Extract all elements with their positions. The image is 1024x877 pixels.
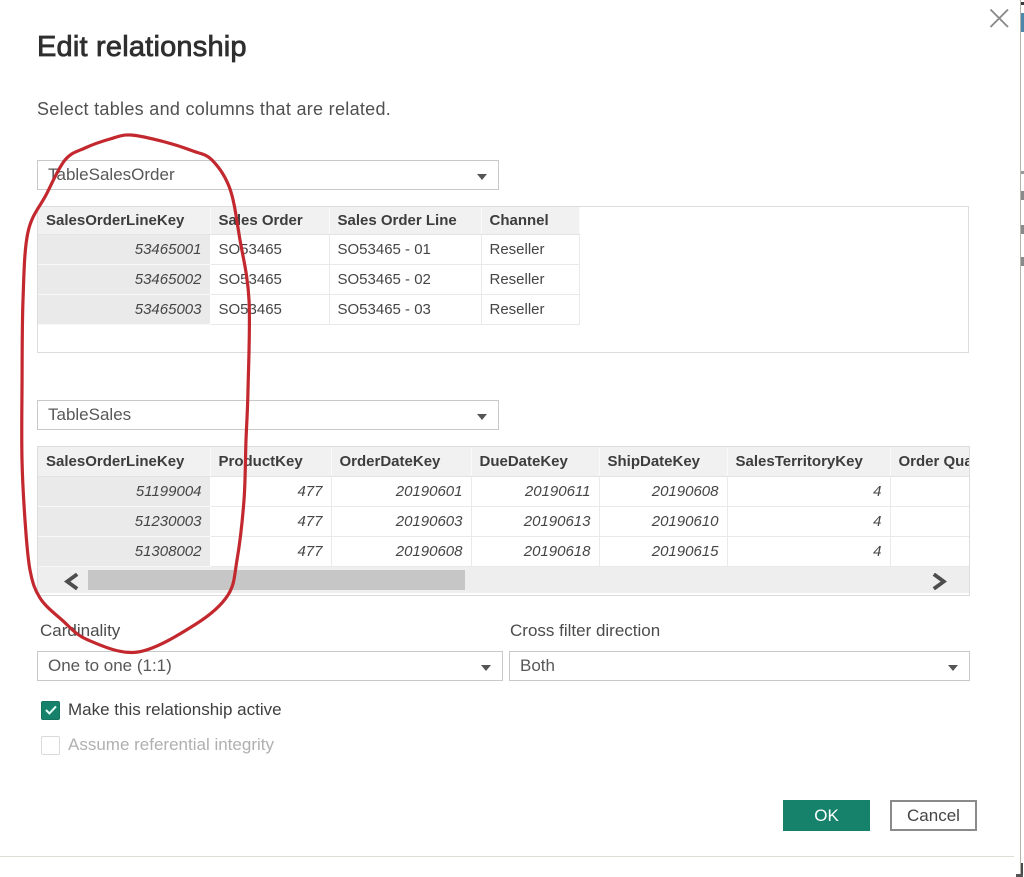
table2-dropdown[interactable]: TableSales (37, 400, 499, 430)
table2-dropdown-value: TableSales (48, 405, 131, 425)
edit-relationship-dialog: Edit relationship Select tables and colu… (0, 0, 1024, 877)
column-header: Order Quantity (890, 447, 970, 476)
table1-dropdown[interactable]: TableSalesOrder (37, 160, 499, 190)
dialog-subtitle: Select tables and columns that are relat… (37, 100, 391, 118)
chevron-down-icon (477, 414, 487, 420)
table-cell: 53465002 (38, 264, 210, 294)
table-header-row: SalesOrderLineKeyProductKeyOrderDateKeyD… (38, 447, 970, 476)
table2-preview: SalesOrderLineKeyProductKeyOrderDateKeyD… (37, 446, 970, 596)
page-behind-edge (1020, 0, 1021, 877)
table-cell: Reseller (481, 234, 579, 264)
scroll-left-icon[interactable] (64, 573, 79, 590)
table-cell: 51230003 (38, 506, 210, 536)
ok-button[interactable]: OK (783, 800, 870, 831)
table-cell: SO53465 - 02 (329, 264, 481, 294)
column-header: ShipDateKey (599, 447, 727, 476)
cross-filter-value: Both (520, 656, 555, 676)
table-cell: SO53465 (210, 294, 329, 324)
table-row: 512300034772019060320190613201906104 (38, 506, 970, 536)
table-row: 511990044772019060120190611201906084 (38, 476, 970, 506)
table-cell: 20190610 (599, 506, 727, 536)
table-row: 513080024772019060820190618201906154 (38, 536, 970, 566)
table-header-row: SalesOrderLineKeySales OrderSales Order … (38, 207, 579, 234)
cross-filter-label: Cross filter direction (510, 622, 660, 639)
column-header: Channel (481, 207, 579, 234)
table-cell: 4 (727, 476, 890, 506)
table-cell: 477 (210, 476, 331, 506)
table-cell: 20190615 (599, 536, 727, 566)
table-cell (890, 476, 970, 506)
table-cell: 20190608 (599, 476, 727, 506)
referential-integrity-row: Assume referential integrity (41, 735, 274, 755)
chevron-down-icon (948, 665, 958, 671)
table-cell: 53465003 (38, 294, 210, 324)
table-cell: 20190613 (471, 506, 599, 536)
table-cell: 20190618 (471, 536, 599, 566)
cardinality-dropdown[interactable]: One to one (1:1) (37, 651, 503, 681)
table-cell: 51199004 (38, 476, 210, 506)
cardinality-value: One to one (1:1) (48, 656, 172, 676)
table-cell: 477 (210, 506, 331, 536)
scroll-right-icon[interactable] (932, 573, 947, 590)
table-cell: 20190611 (471, 476, 599, 506)
cross-filter-dropdown[interactable]: Both (509, 651, 970, 681)
table-cell (890, 506, 970, 536)
table-cell: 4 (727, 506, 890, 536)
referential-integrity-checkbox[interactable] (41, 736, 60, 755)
table-cell: SO53465 (210, 264, 329, 294)
table-cell: Reseller (481, 264, 579, 294)
make-active-label: Make this relationship active (68, 700, 282, 720)
horizontal-scrollbar[interactable] (38, 567, 969, 593)
column-header: DueDateKey (471, 447, 599, 476)
make-active-checkbox[interactable] (41, 701, 60, 720)
column-header: SalesOrderLineKey (38, 447, 210, 476)
table-cell: 53465001 (38, 234, 210, 264)
table1-preview: SalesOrderLineKeySales OrderSales Order … (37, 206, 969, 353)
table-cell: SO53465 (210, 234, 329, 264)
table-cell (890, 536, 970, 566)
column-header: SalesTerritoryKey (727, 447, 890, 476)
bottom-divider (0, 856, 1014, 857)
column-header: Sales Order Line (329, 207, 481, 234)
close-icon[interactable] (989, 8, 1010, 29)
table-cell: Reseller (481, 294, 579, 324)
table-cell: SO53465 - 03 (329, 294, 481, 324)
column-header: SalesOrderLineKey (38, 207, 210, 234)
table-cell: 477 (210, 536, 331, 566)
table-row: 53465002SO53465SO53465 - 02Reseller (38, 264, 579, 294)
dialog-title: Edit relationship (37, 33, 247, 62)
table-row: 53465003SO53465SO53465 - 03Reseller (38, 294, 579, 324)
chevron-down-icon (481, 665, 491, 671)
chevron-down-icon (477, 174, 487, 180)
table1-dropdown-value: TableSalesOrder (48, 165, 175, 185)
table-cell: 51308002 (38, 536, 210, 566)
cancel-button[interactable]: Cancel (890, 800, 977, 831)
table-cell: 20190601 (331, 476, 471, 506)
table-cell: 20190608 (331, 536, 471, 566)
column-header: Sales Order (210, 207, 329, 234)
column-header: ProductKey (210, 447, 331, 476)
column-header: OrderDateKey (331, 447, 471, 476)
referential-integrity-label: Assume referential integrity (68, 735, 274, 755)
table-row: 53465001SO53465SO53465 - 01Reseller (38, 234, 579, 264)
make-active-row: Make this relationship active (41, 700, 282, 720)
table-cell: SO53465 - 01 (329, 234, 481, 264)
cardinality-label: Cardinality (40, 622, 120, 639)
scrollbar-thumb[interactable] (88, 570, 465, 590)
table-cell: 4 (727, 536, 890, 566)
table-cell: 20190603 (331, 506, 471, 536)
